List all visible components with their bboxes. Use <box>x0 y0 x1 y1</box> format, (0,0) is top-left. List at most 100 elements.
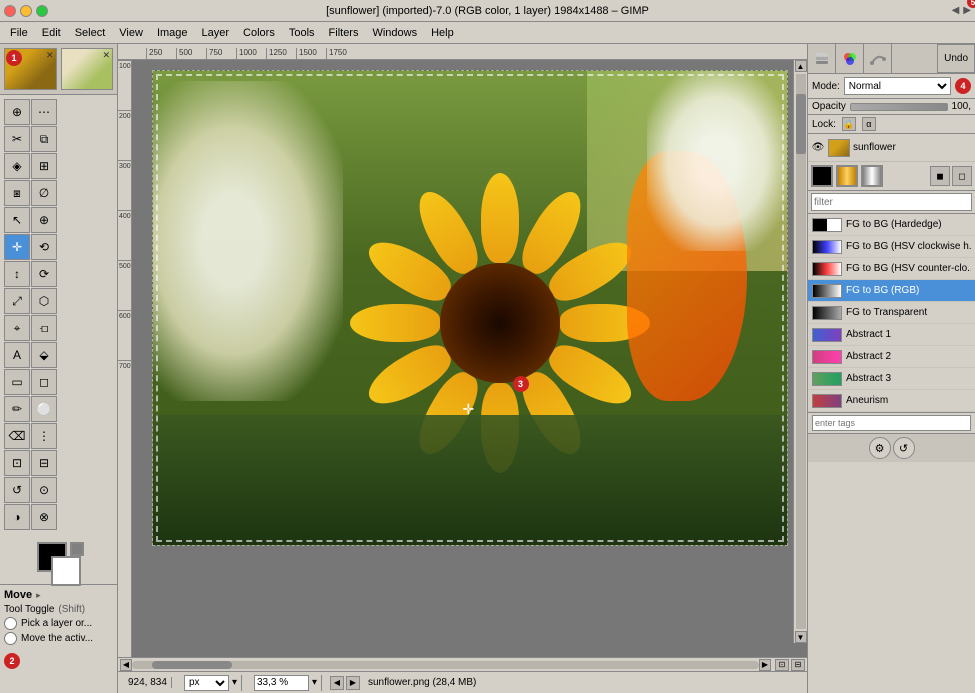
scroll-h-thumb[interactable] <box>152 661 232 669</box>
gradient-fgtobg-hsv-cw[interactable]: FG to BG (HSV clockwise h... <box>808 236 975 258</box>
layer-visibility-eye[interactable]: 👁 <box>811 141 825 155</box>
badge-5-container[interactable]: ◻ 5 <box>952 166 972 186</box>
zoom-tool-btn[interactable]: ↖ <box>4 207 30 233</box>
blend-tool-btn[interactable]: ◻ <box>31 369 57 395</box>
clone-tool-btn[interactable]: ↺ <box>4 477 30 503</box>
quick-mask-icon[interactable] <box>70 542 84 556</box>
canvas-fit-btn[interactable]: ⊡ <box>775 659 789 671</box>
gradient-btn-1[interactable]: ◼ <box>930 166 950 186</box>
channels-tab-btn[interactable] <box>836 44 864 73</box>
free-select-tool-btn[interactable]: ✂ <box>4 126 30 152</box>
menu-help[interactable]: Help <box>425 25 460 41</box>
menu-layer[interactable]: Layer <box>196 25 236 41</box>
prev-nav-btn[interactable]: ◀ <box>330 676 344 690</box>
layer-sunflower[interactable]: 👁 sunflower <box>808 134 975 162</box>
gradient-fgtobg-hardedge[interactable]: FG to BG (Hardedge) <box>808 214 975 236</box>
menu-file[interactable]: File <box>4 25 34 41</box>
paths-tab-btn[interactable] <box>864 44 892 73</box>
layers-tab-btn[interactable] <box>808 44 836 73</box>
align-tool-btn[interactable]: ⟲ <box>31 234 57 260</box>
canvas-image[interactable]: ✛ 3 <box>152 70 788 546</box>
gradient-abstract1[interactable]: Abstract 1 <box>808 324 975 346</box>
crop-tool-btn[interactable]: ↕ <box>4 261 30 287</box>
white-flowers-thumbnail[interactable]: ✕ <box>61 48 114 90</box>
scroll-up-btn[interactable]: ▲ <box>795 60 807 72</box>
scrollbar-vertical[interactable]: ▲ ▼ <box>793 60 807 643</box>
pick-layer-radio[interactable] <box>4 617 17 630</box>
color-picker-tool-btn[interactable]: ⬙ <box>31 342 57 368</box>
fuzzy-select-tool-btn[interactable]: ⧉ <box>31 126 57 152</box>
menu-select[interactable]: Select <box>69 25 112 41</box>
scroll-left-btn[interactable]: ◀ <box>120 659 132 671</box>
move-tool-btn[interactable]: ✛ <box>4 234 30 260</box>
gradient-fgtobg-hsv-cc[interactable]: FG to BG (HSV counter-clo... <box>808 258 975 280</box>
panel-settings-btn[interactable]: ⚙ <box>869 437 891 459</box>
tags-input[interactable] <box>812 415 971 431</box>
menu-colors[interactable]: Colors <box>237 25 281 41</box>
menu-view[interactable]: View <box>113 25 149 41</box>
scroll-down-btn[interactable]: ▼ <box>795 631 807 643</box>
close-white-tab[interactable]: ✕ <box>102 50 110 61</box>
rotate-tool-btn[interactable]: ⟳ <box>31 261 57 287</box>
scroll-v-thumb[interactable] <box>796 94 806 154</box>
ink-tool-btn[interactable]: ⊡ <box>4 450 30 476</box>
gradient-fgtobg-rgb[interactable]: FG to BG (RGB) <box>808 280 975 302</box>
text-tool-btn[interactable]: A <box>4 342 30 368</box>
paintbrush-tool-btn[interactable]: ⚪ <box>31 396 57 422</box>
scale-tool-btn[interactable]: ⤢ <box>4 288 30 314</box>
nav-arrows[interactable]: ◀ ▶ <box>330 676 360 690</box>
gradient-abstract2[interactable]: Abstract 2 <box>808 346 975 368</box>
shear-tool-btn[interactable]: ⬡ <box>31 288 57 314</box>
rectangle-select-tool-btn[interactable]: ⊕ <box>4 99 30 125</box>
eraser-tool-btn[interactable]: ⌫ <box>4 423 30 449</box>
minimize-button[interactable] <box>20 5 32 17</box>
paths-tool-btn[interactable]: ∅ <box>31 180 57 206</box>
select-by-color-tool-btn[interactable]: ◈ <box>4 153 30 179</box>
measure-tool-btn[interactable]: ⊕ <box>31 207 57 233</box>
prev-window-icon[interactable]: ◀ <box>952 5 960 16</box>
close-sunflower-tab[interactable]: ✕ <box>46 50 54 61</box>
gradient-fgtransparent[interactable]: FG to Transparent <box>808 302 975 324</box>
window-controls[interactable] <box>4 5 48 17</box>
opacity-slider[interactable] <box>850 103 948 111</box>
desaturate-tool-btn[interactable]: ⊗ <box>31 504 57 530</box>
scissors-select-tool-btn[interactable]: ⊞ <box>31 153 57 179</box>
dodge-burn-tool-btn[interactable]: ◑ <box>4 504 30 530</box>
gradient-filter-input[interactable] <box>811 193 972 211</box>
gradient-aneurism[interactable]: Aneurism <box>808 390 975 412</box>
zoom-input[interactable] <box>254 675 309 691</box>
title-controls[interactable]: ◀ ▶ <box>952 5 971 16</box>
gradient-golden-swatch[interactable] <box>836 165 858 187</box>
foreground-select-tool-btn[interactable]: ⧆ <box>4 180 30 206</box>
menu-image[interactable]: Image <box>151 25 194 41</box>
bucket-fill-tool-btn[interactable]: ▭ <box>4 369 30 395</box>
menu-edit[interactable]: Edit <box>36 25 67 41</box>
next-nav-btn[interactable]: ▶ <box>346 676 360 690</box>
unit-select[interactable]: px <box>184 675 229 691</box>
flip-tool-btn[interactable]: ⟤ <box>31 315 57 341</box>
smudge-tool-btn[interactable]: ⊙ <box>31 477 57 503</box>
gradient-abstract3[interactable]: Abstract 3 <box>808 368 975 390</box>
move-active-radio[interactable] <box>4 632 17 645</box>
maximize-button[interactable] <box>36 5 48 17</box>
scroll-h-track[interactable] <box>132 661 759 669</box>
canvas-nav-btns[interactable]: ⊡ ⊟ <box>775 659 805 671</box>
gradient-black-swatch[interactable] <box>811 165 833 187</box>
menu-windows[interactable]: Windows <box>366 25 423 41</box>
lock-alpha-btn[interactable]: α <box>862 117 876 131</box>
ellipse-select-tool-btn[interactable]: ⋯ <box>31 99 57 125</box>
close-button[interactable] <box>4 5 16 17</box>
pencil-tool-btn[interactable]: ✏ <box>4 396 30 422</box>
gradient-gray-swatch[interactable] <box>861 165 883 187</box>
menu-filters[interactable]: Filters <box>323 25 365 41</box>
undo-button[interactable]: Undo <box>937 44 975 73</box>
airbrush-tool-btn[interactable]: ⋮ <box>31 423 57 449</box>
sunflower-thumbnail[interactable]: 1 ✕ <box>4 48 57 90</box>
menu-tools[interactable]: Tools <box>283 25 321 41</box>
perspective-tool-btn[interactable]: ⌖ <box>4 315 30 341</box>
panel-refresh-btn[interactable]: ↺ <box>893 437 915 459</box>
canvas-wrapper[interactable]: ✛ 3 ▲ ▼ <box>132 60 807 657</box>
blend-mode-select[interactable]: Normal Multiply Screen Overlay <box>844 77 951 95</box>
scroll-right-btn[interactable]: ▶ <box>759 659 771 671</box>
heal-tool-btn[interactable]: ⊟ <box>31 450 57 476</box>
